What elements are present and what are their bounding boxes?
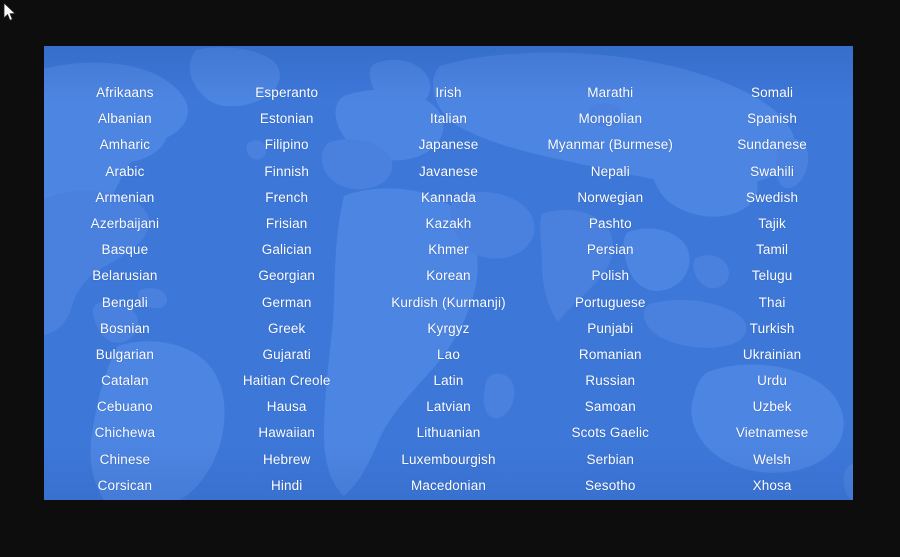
language-item[interactable]: Corsican bbox=[98, 473, 152, 499]
language-item[interactable]: Spanish bbox=[747, 106, 797, 132]
language-item[interactable]: Javanese bbox=[419, 159, 478, 185]
language-item[interactable]: Chinese bbox=[100, 447, 151, 473]
language-item[interactable]: Armenian bbox=[95, 185, 154, 211]
language-item[interactable]: Filipino bbox=[265, 132, 309, 158]
language-item[interactable]: Xhosa bbox=[753, 473, 792, 499]
language-column-4: Marathi Mongolian Myanmar (Burmese) Nepa… bbox=[529, 80, 691, 499]
language-item[interactable]: Khmer bbox=[428, 237, 469, 263]
language-item[interactable]: Lao bbox=[437, 342, 460, 368]
language-list-panel: Afrikaans Albanian Amharic Arabic Armeni… bbox=[44, 46, 853, 500]
language-item[interactable]: Cebuano bbox=[97, 394, 153, 420]
language-item[interactable]: Uzbek bbox=[753, 394, 792, 420]
language-item[interactable]: Welsh bbox=[753, 447, 791, 473]
language-item[interactable]: Nepali bbox=[591, 159, 630, 185]
language-item[interactable]: Romanian bbox=[579, 342, 642, 368]
language-item[interactable]: Scots Gaelic bbox=[571, 420, 649, 446]
language-column-1: Afrikaans Albanian Amharic Arabic Armeni… bbox=[44, 80, 206, 499]
language-item[interactable]: Pashto bbox=[589, 211, 632, 237]
language-item[interactable]: Gujarati bbox=[262, 342, 310, 368]
language-item[interactable]: Kyrgyz bbox=[427, 316, 469, 342]
language-item[interactable]: Frisian bbox=[266, 211, 308, 237]
language-item[interactable]: Swahili bbox=[750, 159, 794, 185]
language-item[interactable]: Ukrainian bbox=[743, 342, 801, 368]
language-item[interactable]: Swedish bbox=[746, 185, 798, 211]
language-grid: Afrikaans Albanian Amharic Arabic Armeni… bbox=[44, 46, 853, 500]
language-item[interactable]: Samoan bbox=[585, 394, 636, 420]
language-item[interactable]: Afrikaans bbox=[96, 80, 154, 106]
language-item[interactable]: Haitian Creole bbox=[243, 368, 331, 394]
language-item[interactable]: Punjabi bbox=[587, 316, 633, 342]
language-item[interactable]: Tajik bbox=[758, 211, 786, 237]
language-item[interactable]: Urdu bbox=[757, 368, 787, 394]
language-item[interactable]: Finnish bbox=[264, 159, 309, 185]
language-item[interactable]: Mongolian bbox=[578, 106, 642, 132]
language-item[interactable]: Japanese bbox=[419, 132, 479, 158]
language-item[interactable]: Albanian bbox=[98, 106, 152, 132]
language-item[interactable]: Azerbaijani bbox=[91, 211, 159, 237]
language-item[interactable]: Serbian bbox=[586, 447, 634, 473]
language-item[interactable]: Marathi bbox=[587, 80, 633, 106]
language-item[interactable]: Greek bbox=[268, 316, 306, 342]
language-item[interactable]: Somali bbox=[751, 80, 793, 106]
language-item[interactable]: Thai bbox=[759, 290, 786, 316]
language-item[interactable]: Turkish bbox=[750, 316, 795, 342]
language-item[interactable]: Tamil bbox=[756, 237, 788, 263]
language-item[interactable]: Latin bbox=[433, 368, 463, 394]
language-column-2: Esperanto Estonian Filipino Finnish Fren… bbox=[206, 80, 368, 499]
language-item[interactable]: Sundanese bbox=[737, 132, 807, 158]
language-item[interactable]: Bosnian bbox=[100, 316, 150, 342]
language-item[interactable]: Galician bbox=[262, 237, 312, 263]
language-item[interactable]: Georgian bbox=[258, 263, 315, 289]
language-item[interactable]: Sesotho bbox=[585, 473, 636, 499]
language-item[interactable]: Korean bbox=[426, 263, 470, 289]
language-item[interactable]: Chichewa bbox=[95, 420, 155, 446]
language-item[interactable]: Latvian bbox=[426, 394, 471, 420]
language-item[interactable]: Lithuanian bbox=[417, 420, 481, 446]
language-column-5: Somali Spanish Sundanese Swahili Swedish… bbox=[691, 80, 853, 499]
language-item[interactable]: French bbox=[265, 185, 308, 211]
language-item[interactable]: Kurdish (Kurmanji) bbox=[391, 290, 505, 316]
language-item[interactable]: Hebrew bbox=[263, 447, 310, 473]
language-item[interactable]: Estonian bbox=[260, 106, 314, 132]
language-column-3: Irish Italian Japanese Javanese Kannada … bbox=[368, 80, 530, 499]
language-item[interactable]: Norwegian bbox=[577, 185, 643, 211]
language-item[interactable]: Kannada bbox=[421, 185, 476, 211]
language-item[interactable]: Vietnamese bbox=[736, 420, 809, 446]
language-item[interactable]: Belarusian bbox=[92, 263, 157, 289]
language-item[interactable]: Telugu bbox=[752, 263, 793, 289]
language-item[interactable]: Bulgarian bbox=[96, 342, 154, 368]
language-item[interactable]: Myanmar (Burmese) bbox=[548, 132, 674, 158]
language-item[interactable]: Esperanto bbox=[255, 80, 318, 106]
language-item[interactable]: German bbox=[262, 290, 312, 316]
language-item[interactable]: Luxembourgish bbox=[401, 447, 495, 473]
language-item[interactable]: Irish bbox=[435, 80, 461, 106]
language-item[interactable]: Polish bbox=[591, 263, 629, 289]
language-item[interactable]: Basque bbox=[102, 237, 149, 263]
screen: Afrikaans Albanian Amharic Arabic Armeni… bbox=[0, 0, 900, 557]
language-item[interactable]: Hausa bbox=[267, 394, 307, 420]
language-item[interactable]: Arabic bbox=[105, 159, 144, 185]
language-item[interactable]: Macedonian bbox=[411, 473, 486, 499]
language-item[interactable]: Catalan bbox=[101, 368, 149, 394]
language-item[interactable]: Russian bbox=[585, 368, 635, 394]
language-item[interactable]: Kazakh bbox=[426, 211, 472, 237]
language-item[interactable]: Hawaiian bbox=[258, 420, 315, 446]
language-item[interactable]: Persian bbox=[587, 237, 634, 263]
language-item[interactable]: Bengali bbox=[102, 290, 148, 316]
language-item[interactable]: Portuguese bbox=[575, 290, 646, 316]
language-item[interactable]: Amharic bbox=[100, 132, 151, 158]
language-item[interactable]: Italian bbox=[430, 106, 467, 132]
mouse-pointer-arrow-icon bbox=[3, 2, 16, 21]
language-item[interactable]: Hindi bbox=[271, 473, 303, 499]
